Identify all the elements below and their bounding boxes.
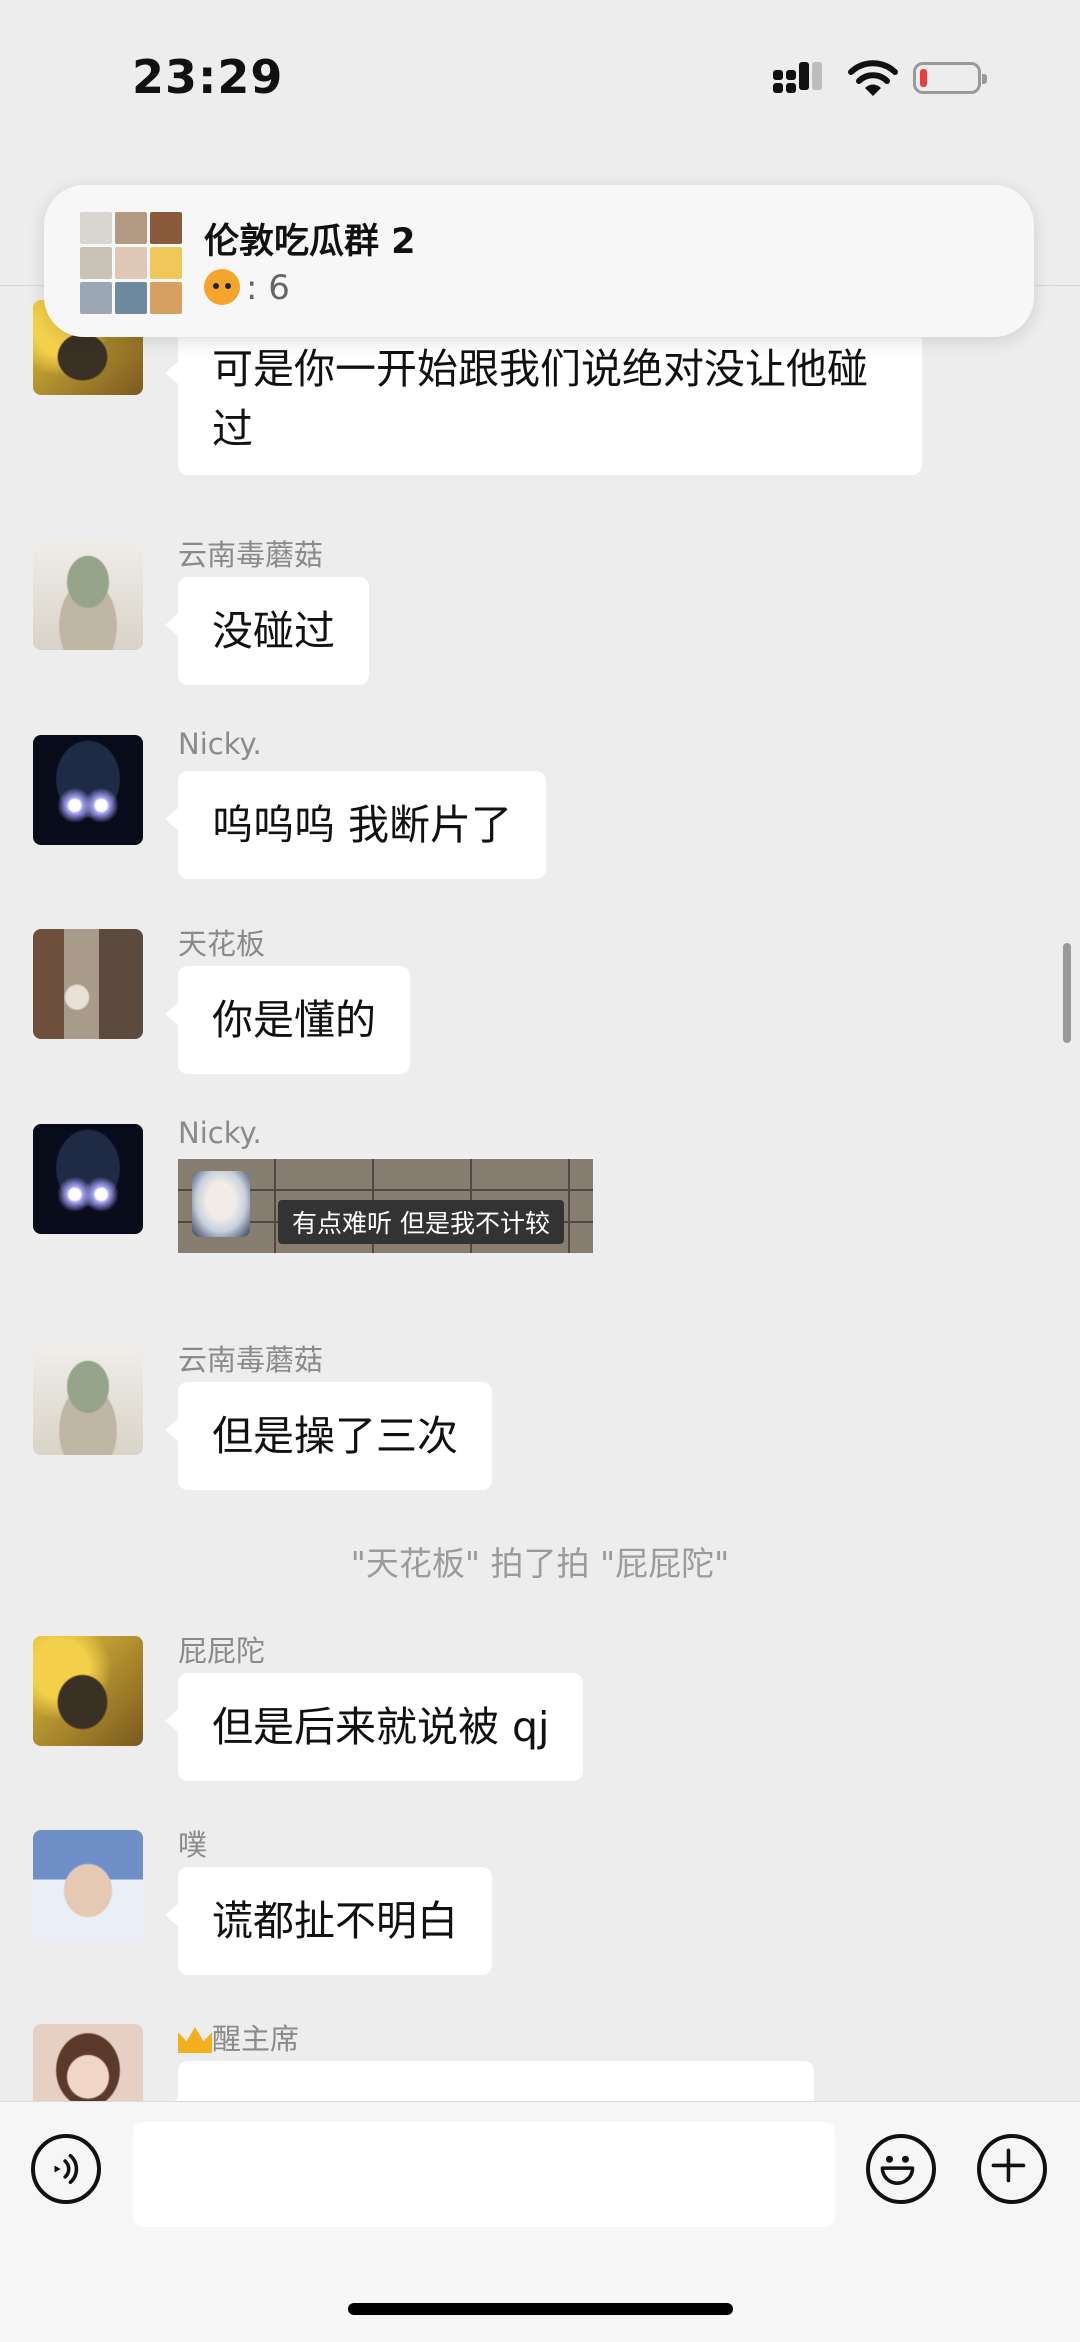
message-bubble[interactable]: 谎都扯不明白 (165, 1867, 492, 1975)
message-bubble[interactable]: 但是操了三次 (165, 1382, 492, 1490)
plus-icon (991, 2148, 1026, 2183)
sender-name: 云南毒蘑菇 (178, 1343, 324, 1377)
status-bar: 23:29 (0, 0, 1080, 160)
scrollbar[interactable] (1063, 943, 1071, 1043)
battery-icon (913, 62, 987, 94)
message-bubble[interactable]: 没碰过 (165, 577, 369, 685)
sender-name: 醒主席 (178, 2016, 299, 2058)
sender-name: 云南毒蘑菇 (178, 538, 324, 572)
message-input[interactable] (133, 2122, 835, 2227)
avatar[interactable] (33, 929, 143, 1039)
avatar[interactable] (33, 1124, 143, 1234)
emoji-button[interactable] (866, 2134, 936, 2204)
voice-icon (54, 2153, 79, 2185)
sticker-message[interactable]: 有点难听 但是我不计较 (178, 1159, 593, 1253)
signal-icon (773, 62, 835, 100)
voice-button[interactable] (31, 2134, 101, 2204)
sender-name: Nicky. (178, 1116, 262, 1150)
plus-button[interactable] (977, 2134, 1047, 2204)
avatar[interactable] (33, 1830, 143, 1940)
avatar[interactable] (33, 1636, 143, 1746)
sender-name: 噗 (178, 1828, 208, 1862)
home-indicator[interactable] (348, 2303, 733, 2315)
notification-preview: : 6 (204, 268, 290, 308)
sender-name: 天花板 (178, 927, 266, 961)
message-bubble[interactable]: 但是后来就说被 qj (164, 1673, 584, 1781)
avatar[interactable] (33, 735, 143, 845)
avatar[interactable] (33, 1345, 143, 1455)
message-bubble[interactable]: 呜呜呜 我断片了 (164, 771, 547, 879)
message-bubble[interactable]: 可是你一开始跟我们说绝对没让他碰过 (165, 325, 922, 475)
sender-name: Nicky. (178, 727, 262, 761)
battery-level (920, 69, 927, 87)
group-avatar (80, 212, 182, 314)
sticker-caption: 有点难听 但是我不计较 (278, 1200, 564, 1244)
notification-banner[interactable]: 伦敦吃瓜群 2 : 6 (44, 185, 1034, 337)
avatar[interactable] (33, 540, 143, 650)
system-message: "天花板" 拍了拍 "屁屁陀" (350, 1544, 730, 1583)
tiger-emoji-icon (204, 269, 240, 305)
crown-icon (178, 2027, 212, 2053)
notification-title: 伦敦吃瓜群 2 (204, 222, 416, 262)
sticker-face-image (192, 1171, 250, 1237)
emoji-icon (880, 2155, 915, 2185)
sender-name: 屁屁陀 (178, 1634, 266, 1668)
status-time: 23:29 (132, 50, 284, 104)
wifi-icon (848, 60, 898, 96)
message-bubble[interactable]: 你是懂的 (165, 966, 410, 1074)
